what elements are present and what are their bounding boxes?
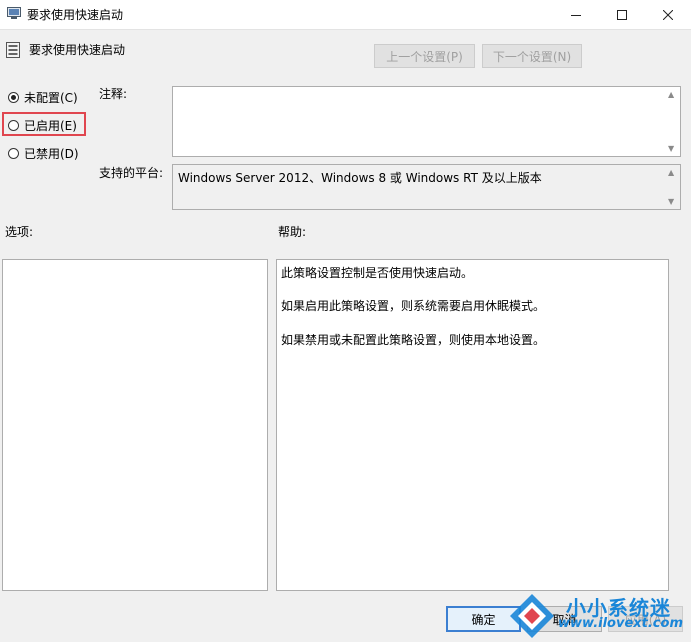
- scroll-up-icon[interactable]: ▲: [668, 90, 674, 99]
- platform-label: 支持的平台:: [99, 166, 164, 180]
- help-text-line: 如果禁用或未配置此策略设置，则使用本地设置。: [281, 333, 546, 347]
- close-button[interactable]: [645, 0, 691, 29]
- options-panel: [2, 259, 268, 591]
- previous-setting-button[interactable]: 上一个设置(P): [374, 44, 475, 68]
- minimize-button[interactable]: [553, 0, 599, 29]
- close-icon: [663, 9, 673, 20]
- radio-disabled[interactable]: 已禁用(D): [8, 144, 79, 162]
- watermark-url: www.ilovext.com: [558, 616, 683, 631]
- help-text-line: 此策略设置控制是否使用快速启动。: [281, 266, 474, 280]
- maximize-icon: [617, 9, 627, 20]
- enabled-highlight-box: [2, 112, 86, 136]
- platform-scrollbar[interactable]: ▲ ▼: [664, 165, 680, 209]
- policy-setting-icon: [6, 42, 20, 58]
- radio-dot: [11, 94, 16, 100]
- comment-scrollbar[interactable]: ▲ ▼: [664, 87, 680, 156]
- radio-unselected-icon: [8, 147, 19, 159]
- radio-not-configured-label: 未配置(C): [24, 90, 78, 105]
- options-label: 选项:: [5, 225, 34, 239]
- minimize-icon: [571, 14, 581, 16]
- maximize-button[interactable]: [599, 0, 645, 29]
- setting-title: 要求使用快速启动: [29, 43, 126, 57]
- scroll-down-icon[interactable]: ▼: [668, 197, 674, 206]
- scroll-down-icon[interactable]: ▼: [668, 144, 674, 153]
- radio-selected-icon: [8, 91, 19, 103]
- title-bar: 要求使用快速启动: [0, 0, 691, 30]
- radio-not-configured[interactable]: 未配置(C): [8, 88, 78, 106]
- help-label: 帮助:: [278, 225, 307, 239]
- policy-icon: [7, 7, 21, 19]
- comment-field[interactable]: ▲ ▼: [172, 86, 681, 157]
- help-text-line: 如果启用此策略设置，则系统需要启用休眠模式。: [281, 299, 546, 313]
- platform-field: Windows Server 2012、Windows 8 或 Windows …: [172, 164, 681, 210]
- next-setting-button[interactable]: 下一个设置(N): [482, 44, 582, 68]
- watermark-logo-icon: [510, 594, 554, 638]
- help-panel: 此策略设置控制是否使用快速启动。 如果启用此策略设置，则系统需要启用休眠模式。 …: [276, 259, 669, 591]
- radio-disabled-label: 已禁用(D): [24, 146, 79, 161]
- scroll-up-icon[interactable]: ▲: [668, 168, 674, 177]
- platform-value: Windows Server 2012、Windows 8 或 Windows …: [178, 171, 542, 185]
- window-title: 要求使用快速启动: [27, 8, 124, 22]
- comment-label: 注释:: [99, 87, 128, 101]
